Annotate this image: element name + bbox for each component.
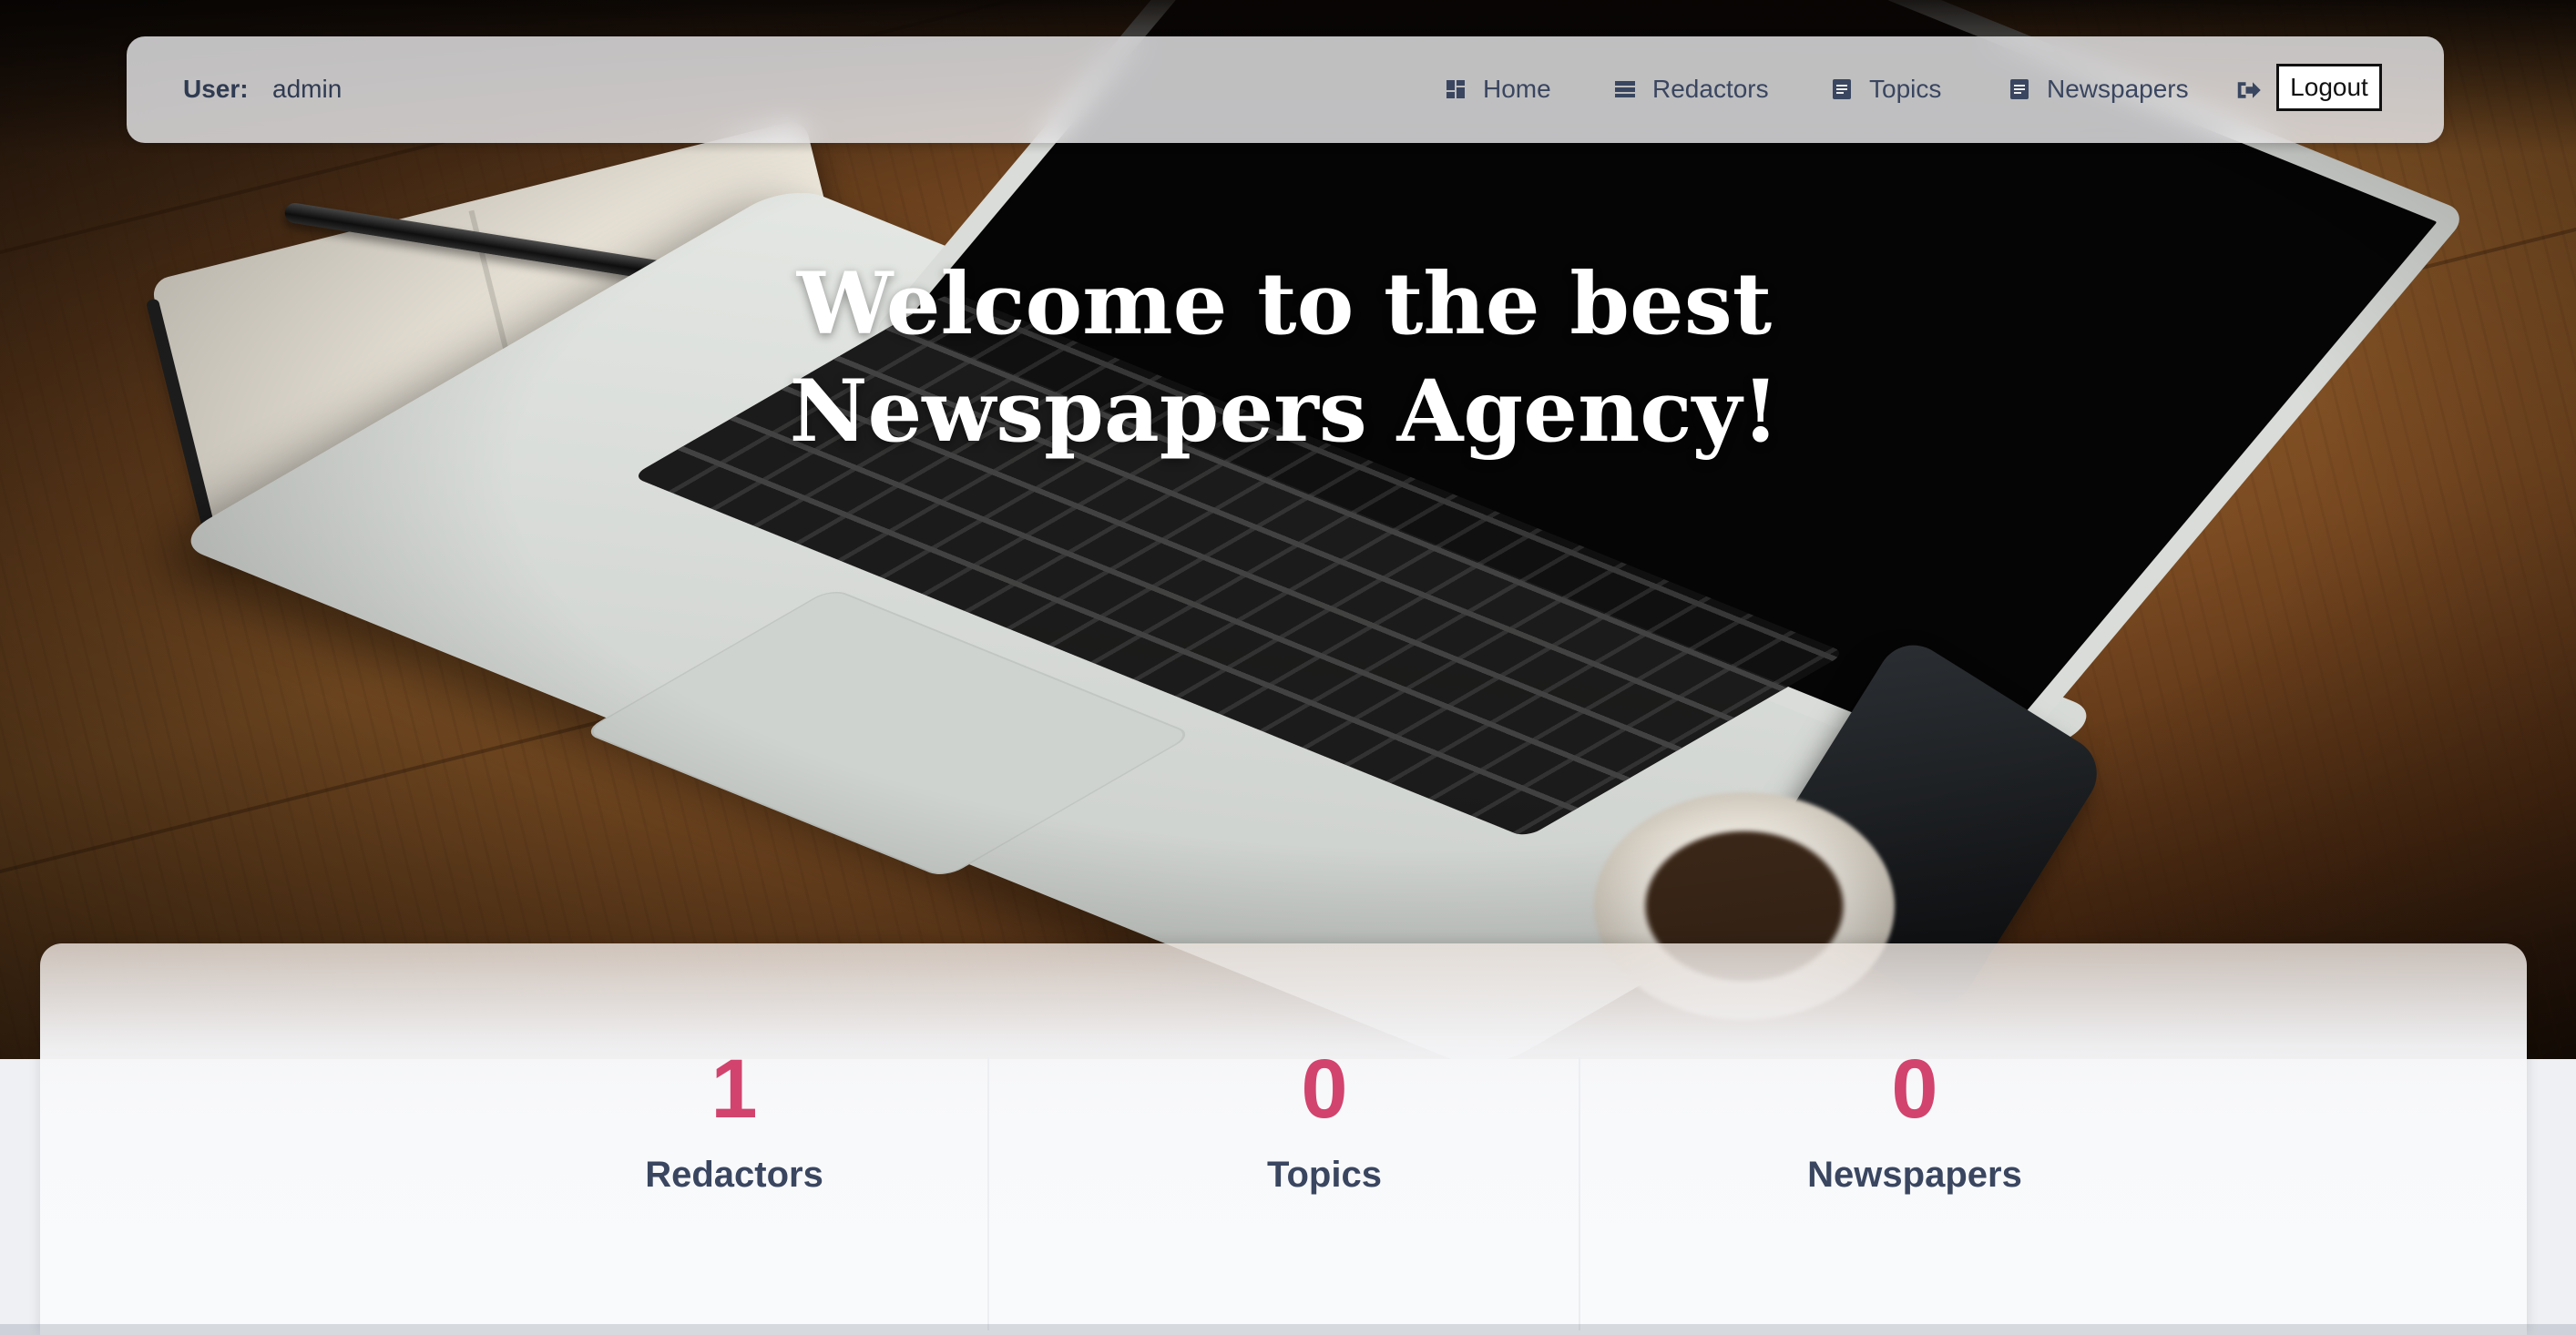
hero-vignette [0,0,2576,1059]
nav-home-label: Home [1483,75,1551,103]
hero-title-line-2: Newspapers Agency! [789,362,1780,462]
stat-newspapers-label: Newspapers [1807,1155,2022,1195]
dashboard-icon [1446,80,1465,98]
stat-redactors: 1 Redactors [443,1044,1026,1196]
nav-newspapers-label: Newspapers [2047,75,2189,103]
stat-redactors-value: 1 [710,1043,758,1136]
nav-newspapers[interactable]: Newspapers [2009,71,2189,107]
user-label: User: [183,75,249,103]
list-icon [1615,81,1635,97]
stat-topics-value: 0 [1301,1043,1348,1136]
hero-title-line-1: Welcome to the best [796,254,1773,354]
nav-redactors-label: Redactors [1652,75,1769,103]
logout-icon[interactable] [2234,76,2262,104]
nav-redactors[interactable]: Redactors [1614,71,1769,107]
stat-newspapers: 0 Newspapers [1623,1044,2206,1196]
stat-newspapers-value: 0 [1891,1043,1938,1136]
nav-home[interactable]: Home [1445,71,1551,107]
stats-card: 1 Redactors 0 Topics 0 Newspapers [40,943,2527,1335]
stat-divider [987,1057,989,1330]
stat-divider [1579,1057,1580,1330]
bottom-strip [0,1324,2576,1335]
document-icon [2010,79,2029,99]
document-icon [1833,79,1851,99]
hero-background [0,0,2576,1059]
nav-topics-label: Topics [1869,75,1942,103]
logout-button[interactable]: Logout [2276,64,2382,111]
stat-topics-label: Topics [1267,1155,1382,1195]
nav-topics[interactable]: Topics [1831,71,1941,107]
stat-topics: 0 Topics [1033,1044,1616,1196]
hero-title: Welcome to the best Newspapers Agency! [638,250,1931,465]
stat-redactors-label: Redactors [645,1155,823,1195]
user-name: admin [272,75,342,103]
top-navbar: User: admin Home Redactors Topics Newspa… [127,36,2444,143]
